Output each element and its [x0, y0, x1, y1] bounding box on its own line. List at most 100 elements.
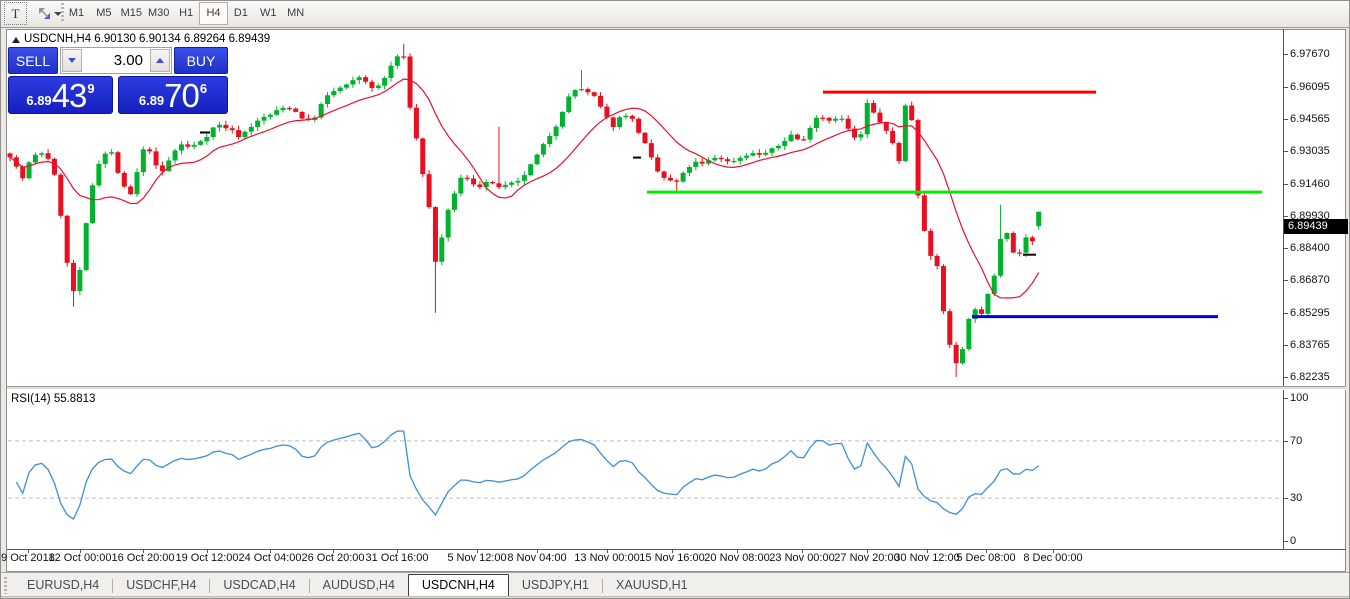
price-axis-label: 6.94565 [1290, 113, 1330, 125]
timeframe-button-h1[interactable]: H1 [172, 2, 201, 25]
time-axis-tick [672, 549, 673, 553]
mt4-window: T M1M5M15M30H1H4D1W1MN USDCNH,H4 6.90130… [0, 0, 1350, 599]
spinner-down-icon [68, 58, 76, 63]
time-axis-label: 19 Oct 12:00 [176, 552, 239, 564]
time-axis-tick [986, 549, 987, 553]
time-axis-tick [927, 549, 928, 553]
price-axis-label: 6.88400 [1290, 242, 1330, 254]
sell-price-digits: 43 [52, 79, 87, 112]
time-axis-label: 8 Nov 04:00 [507, 552, 566, 564]
time-axis-tick [607, 549, 608, 553]
buy-button[interactable]: BUY [174, 47, 228, 74]
timeframe-button-h4[interactable]: H4 [199, 2, 228, 25]
time-axis-tick [207, 549, 208, 553]
tabbar-grip[interactable] [4, 577, 7, 594]
one-click-trade-panel: SELL BUY 6.89 43 9 6.89 70 6 [8, 47, 228, 115]
time-axis-label: 16 Oct 20:00 [112, 552, 175, 564]
pane-divider[interactable] [7, 386, 1346, 390]
rsi-indicator-canvas[interactable] [7, 390, 1283, 549]
timeframe-button-m30[interactable]: M30 [144, 2, 173, 25]
arrows-icon [37, 6, 52, 21]
chart-ohlc-title: USDCNH,H4 6.90130 6.90134 6.89264 6.8943… [24, 33, 270, 45]
timeframe-button-mn[interactable]: MN [281, 2, 310, 25]
chart-tab-usdcad[interactable]: USDCAD,H4 [210, 575, 308, 596]
timeframe-button-w1[interactable]: W1 [254, 2, 283, 25]
rsi-axis-label: 100 [1290, 392, 1308, 404]
price-axis-tick [1283, 280, 1288, 281]
volume-input[interactable] [83, 48, 149, 73]
chart-tab-audusd[interactable]: AUDUSD,H4 [310, 575, 408, 596]
rsi-value-label: RSI(14) 55.8813 [11, 393, 95, 405]
price-axis-tick [1283, 87, 1288, 88]
time-axis-tick [28, 549, 29, 553]
time-axis-label: 27 Nov 20:00 [834, 552, 899, 564]
time-axis-label: 31 Oct 16:00 [366, 552, 429, 564]
price-axis-label: 6.85295 [1290, 307, 1330, 319]
collapse-arrow-icon[interactable] [12, 37, 20, 43]
price-axis-label: 6.93035 [1290, 145, 1330, 157]
time-axis-tick [737, 549, 738, 553]
price-axis-label: 6.91460 [1290, 178, 1330, 190]
price-axis-tick [1283, 216, 1288, 217]
time-axis-label: 15 Nov 16:00 [639, 552, 704, 564]
chart-tab-usdcnh[interactable]: USDCNH,H4 [408, 574, 509, 597]
price-axis-tick [1283, 184, 1288, 185]
text-label-tool-button[interactable]: T [4, 2, 27, 25]
price-axis-label: 6.86870 [1290, 274, 1330, 286]
timeframe-button-m5[interactable]: M5 [89, 2, 118, 25]
chart-tab-usdjpy[interactable]: USDJPY,H1 [509, 575, 602, 596]
time-axis-tick [333, 549, 334, 553]
time-axis-label: 24 Oct 04:00 [239, 552, 302, 564]
time-axis-tick [80, 549, 81, 553]
chart-tab-usdchf[interactable]: USDCHF,H4 [113, 575, 209, 596]
chart-tab-xauusd[interactable]: XAUUSD,H1 [603, 575, 701, 596]
time-axis-tick [867, 549, 868, 553]
time-axis-label: 13 Nov 00:00 [574, 552, 639, 564]
chart-tab-eurusd[interactable]: EURUSD,H4 [14, 575, 112, 596]
buy-price-prefix: 6.89 [139, 93, 164, 108]
price-axis-line [1283, 29, 1284, 549]
time-axis-tick [270, 549, 271, 553]
price-axis-tick [1283, 345, 1288, 346]
time-axis-label: 12 Oct 00:00 [49, 552, 112, 564]
time-axis-tick [143, 549, 144, 553]
time-axis-tick [802, 549, 803, 553]
rsi-axis-tick [1283, 441, 1288, 442]
price-axis-label: 6.97670 [1290, 48, 1330, 60]
timeframe-button-d1[interactable]: D1 [226, 2, 255, 25]
buy-price-pip: 6 [200, 81, 207, 96]
volume-increase-button[interactable] [150, 49, 170, 72]
volume-decrease-button[interactable] [62, 49, 82, 72]
time-axis-tick [397, 549, 398, 553]
price-axis-tick [1283, 119, 1288, 120]
rsi-axis-tick [1283, 398, 1288, 399]
time-axis-label: 5 Dec 08:00 [956, 552, 1015, 564]
time-axis-label: 5 Nov 12:00 [447, 552, 506, 564]
timeframe-button-m1[interactable]: M1 [62, 2, 91, 25]
spinner-up-icon [156, 58, 164, 63]
time-axis-tick [1053, 549, 1054, 553]
price-axis-tick [1283, 151, 1288, 152]
price-axis-tick [1283, 377, 1288, 378]
price-axis-label: 6.82235 [1290, 371, 1330, 383]
price-axis-tick [1283, 313, 1288, 314]
time-axis-label: 9 Oct 2018 [1, 552, 55, 564]
rsi-axis-label: 0 [1290, 535, 1296, 547]
price-axis-tick [1283, 54, 1288, 55]
time-axis-label: 8 Dec 00:00 [1023, 552, 1082, 564]
time-axis-label: 23 Nov 00:00 [769, 552, 834, 564]
rsi-axis-label: 30 [1290, 492, 1302, 504]
buy-price-digits: 70 [164, 79, 199, 112]
price-axis-label: 6.83765 [1290, 339, 1330, 351]
buy-price-button[interactable]: 6.89 70 6 [118, 76, 228, 114]
rsi-line[interactable] [16, 431, 1038, 519]
sell-button[interactable]: SELL [8, 47, 58, 74]
sell-price-button[interactable]: 6.89 43 9 [8, 76, 113, 114]
rsi-axis-tick [1283, 498, 1288, 499]
sell-button-label: SELL [16, 53, 50, 69]
chart-tabs: EURUSD,H4USDCHF,H4USDCAD,H4AUDUSD,H4USDC… [14, 574, 701, 597]
time-axis-tick [537, 549, 538, 553]
rsi-axis-tick [1283, 541, 1288, 542]
timeframe-button-m15[interactable]: M15 [117, 2, 146, 25]
time-axis-label: 30 Nov 12:00 [894, 552, 959, 564]
